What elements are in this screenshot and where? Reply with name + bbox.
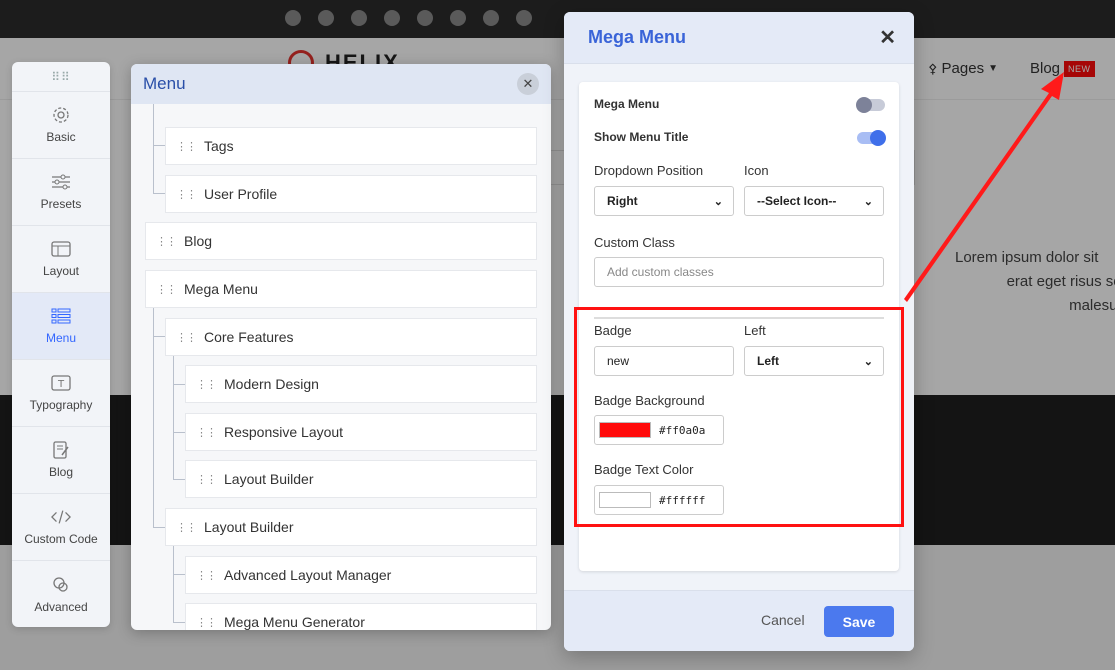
arrow-annotation <box>904 72 1064 302</box>
